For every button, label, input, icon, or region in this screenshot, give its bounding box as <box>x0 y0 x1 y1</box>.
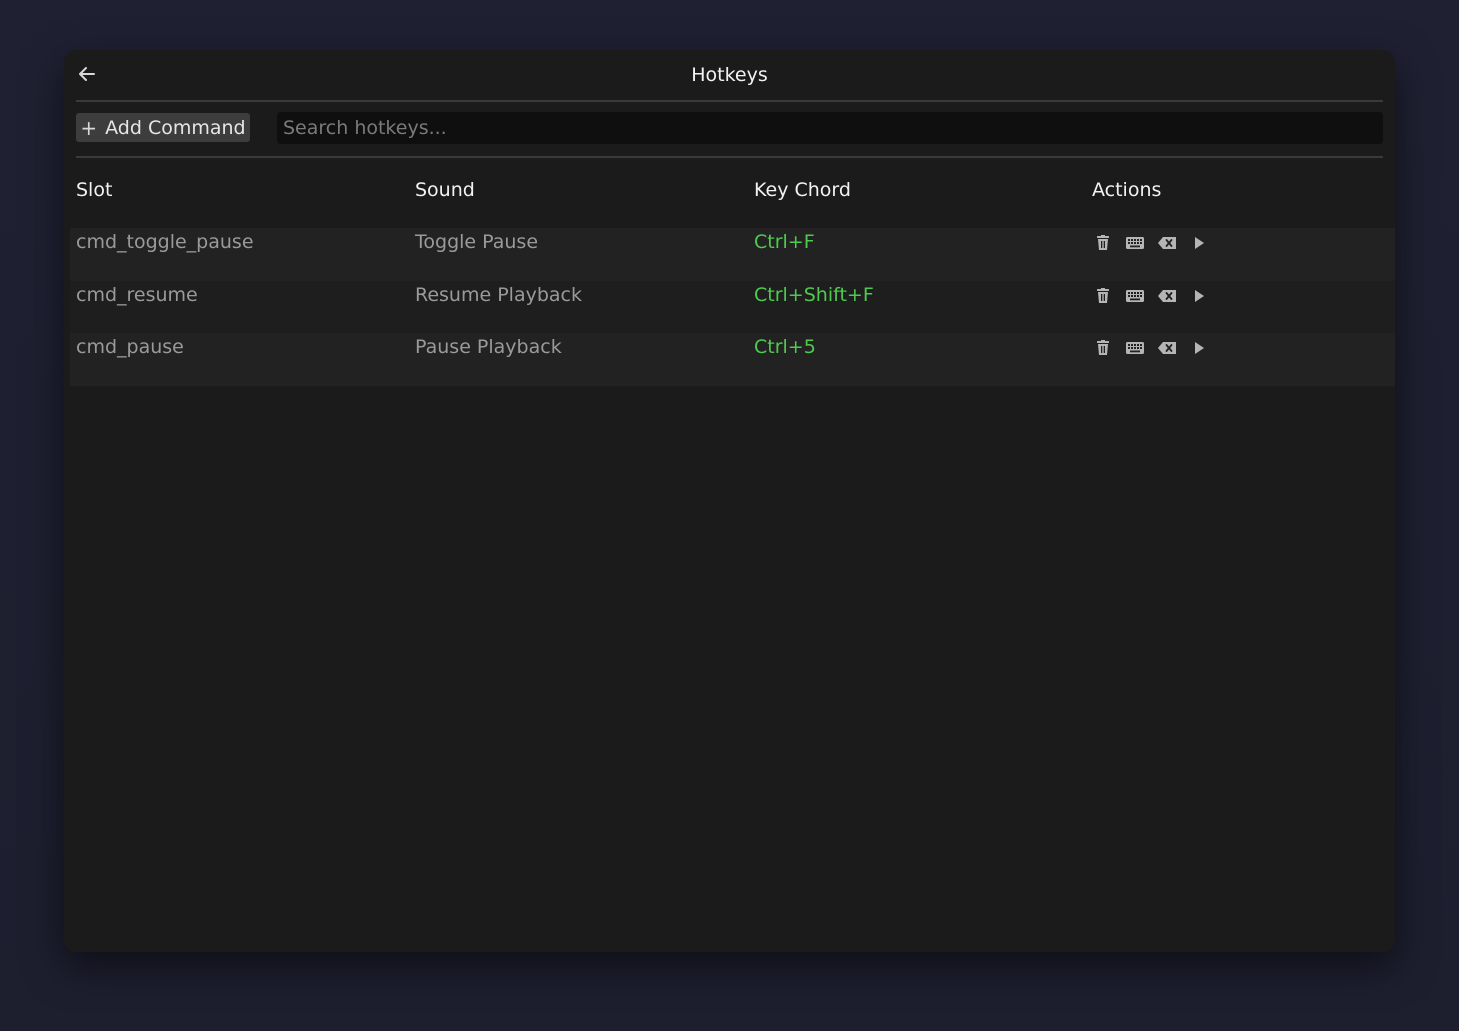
trash-icon[interactable] <box>1092 285 1114 307</box>
backspace-clear-icon[interactable] <box>1156 285 1178 307</box>
key-chord-cell: Ctrl+Shift+F <box>754 283 874 306</box>
title-bar: Hotkeys <box>76 50 1383 102</box>
hotkeys-table-body: cmd_toggle_pause Toggle Pause Ctrl+F cmd… <box>70 228 1395 386</box>
slot-cell: cmd_toggle_pause <box>76 231 254 253</box>
sound-cell: Pause Playback <box>415 336 562 358</box>
play-icon[interactable] <box>1188 337 1210 359</box>
slot-cell: cmd_pause <box>76 336 184 358</box>
hotkeys-window: Hotkeys + Add Command Slot Sound Key Cho… <box>64 50 1395 952</box>
table-header: Slot Sound Key Chord Actions <box>76 176 1395 206</box>
column-header-slot: Slot <box>76 179 113 201</box>
row-actions <box>1092 337 1210 359</box>
search-input[interactable] <box>277 112 1383 144</box>
keyboard-icon[interactable] <box>1124 232 1146 254</box>
keyboard-icon[interactable] <box>1124 337 1146 359</box>
play-icon[interactable] <box>1188 285 1210 307</box>
add-command-label: Add Command <box>105 116 246 139</box>
add-command-button[interactable]: + Add Command <box>76 113 250 142</box>
key-chord-cell: Ctrl+5 <box>754 336 816 358</box>
trash-icon[interactable] <box>1092 232 1114 254</box>
table-row: cmd_resume Resume Playback Ctrl+Shift+F <box>70 280 1395 333</box>
trash-icon[interactable] <box>1092 337 1114 359</box>
backspace-clear-icon[interactable] <box>1156 232 1178 254</box>
table-row: cmd_pause Pause Playback Ctrl+5 <box>70 333 1395 386</box>
column-header-key-chord: Key Chord <box>754 179 851 201</box>
column-header-actions: Actions <box>1092 179 1162 201</box>
row-actions <box>1092 232 1210 254</box>
table-row: cmd_toggle_pause Toggle Pause Ctrl+F <box>70 228 1395 281</box>
key-chord-cell: Ctrl+F <box>754 231 815 253</box>
column-header-sound: Sound <box>415 179 475 201</box>
sound-cell: Toggle Pause <box>415 231 539 253</box>
keyboard-icon[interactable] <box>1124 285 1146 307</box>
plus-icon: + <box>80 115 98 140</box>
backspace-clear-icon[interactable] <box>1156 337 1178 359</box>
sound-cell: Resume Playback <box>415 283 582 306</box>
play-icon[interactable] <box>1188 232 1210 254</box>
toolbar: + Add Command <box>76 102 1383 158</box>
slot-cell: cmd_resume <box>76 283 198 306</box>
row-actions <box>1092 285 1210 307</box>
page-title: Hotkeys <box>691 64 768 86</box>
